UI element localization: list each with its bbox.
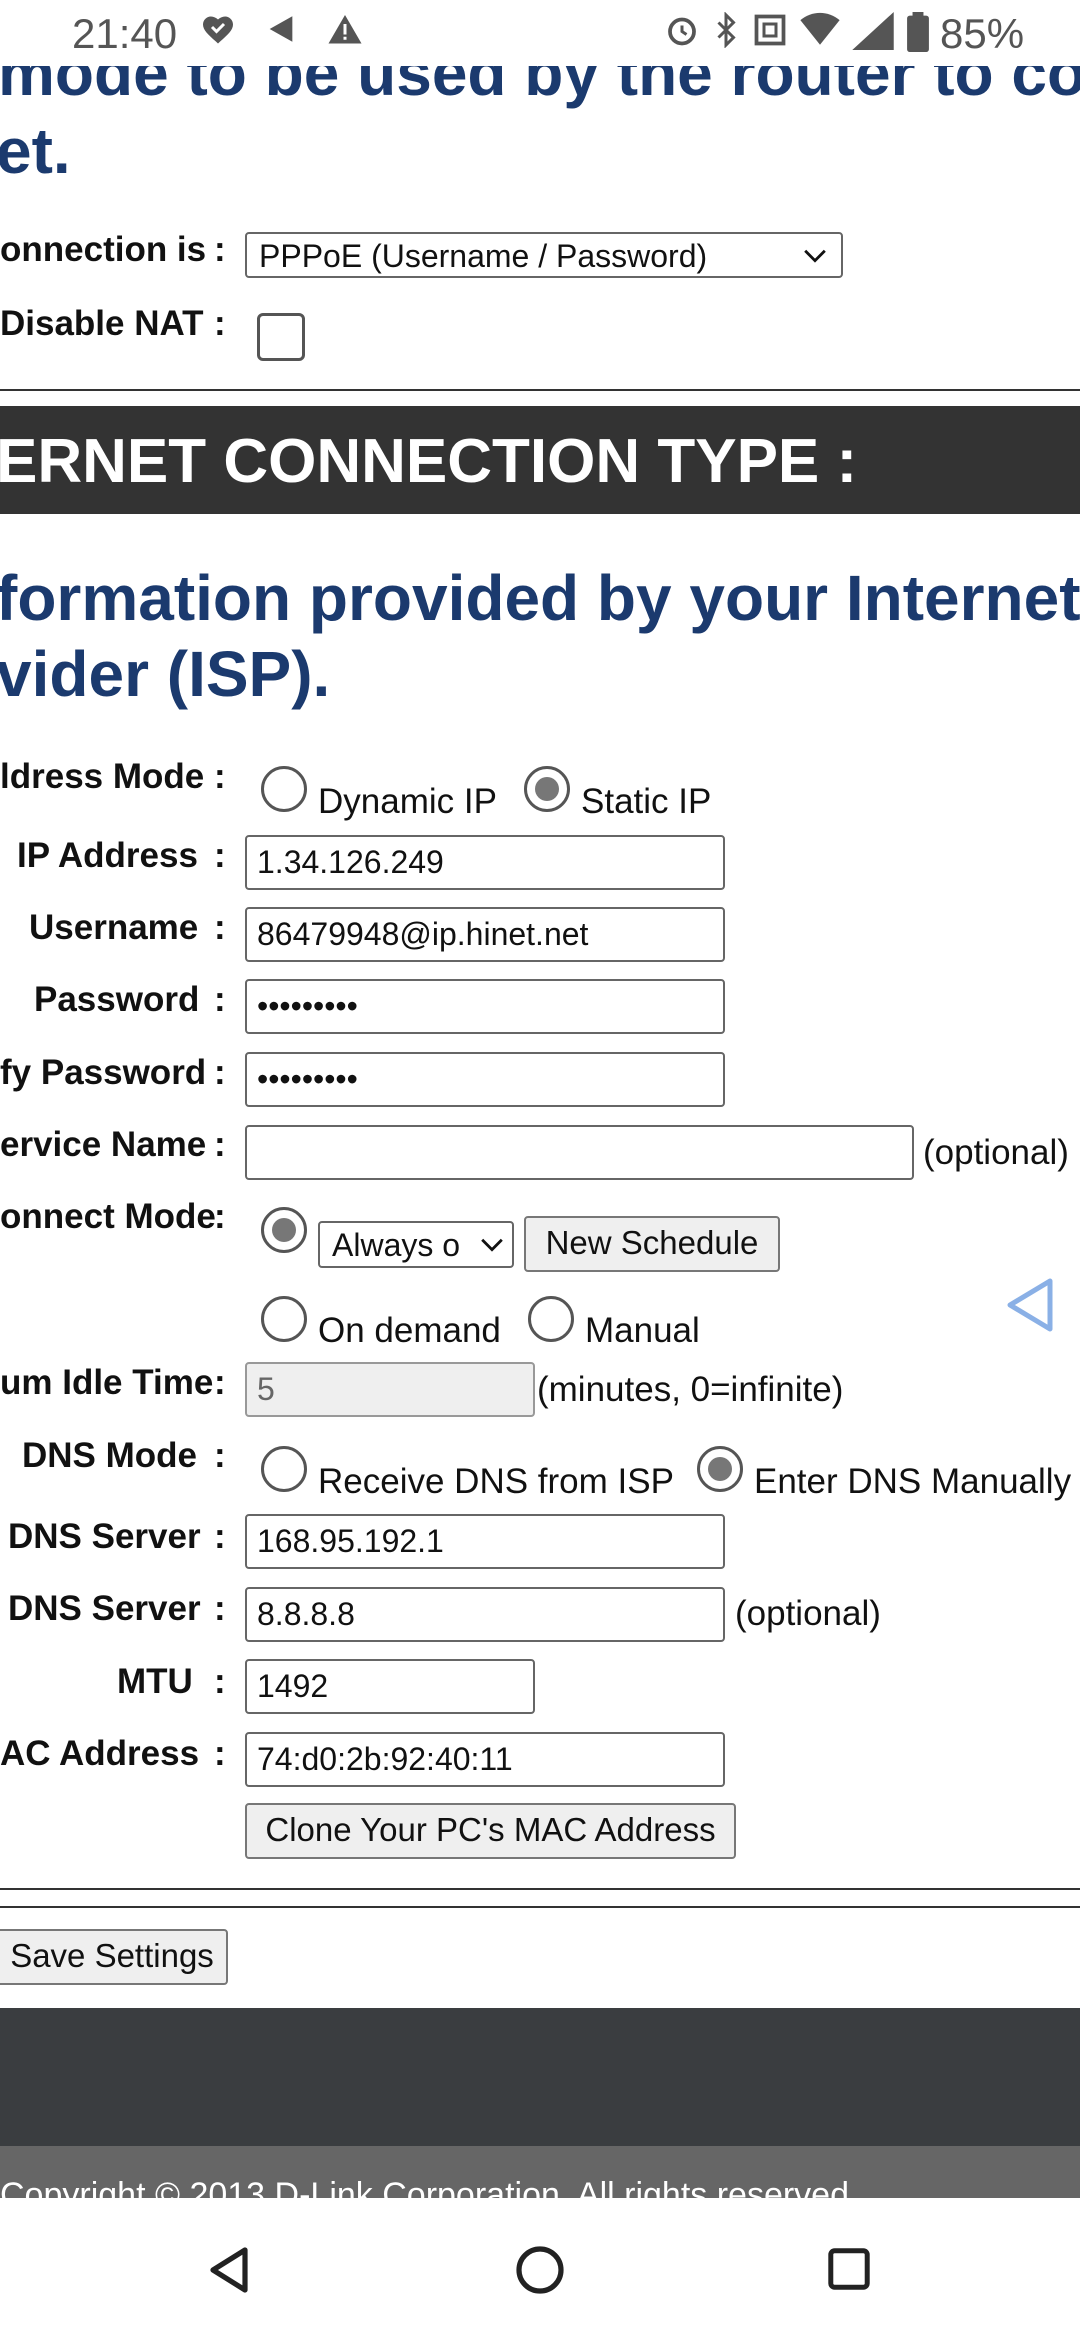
divider — [0, 1888, 1080, 1890]
enter-dns-radio[interactable] — [697, 1446, 743, 1492]
mac-address-input[interactable] — [245, 1732, 725, 1787]
clone-mac-button[interactable]: Clone Your PC's MAC Address — [245, 1803, 736, 1859]
username-input[interactable] — [245, 907, 725, 962]
always-on-radio[interactable] — [261, 1207, 307, 1253]
dns-server-2-optional: (optional) — [735, 1594, 881, 1633]
colon: : — [214, 1517, 226, 1556]
disable-nat-label: Disable NAT — [0, 304, 204, 343]
idle-time-hint: (minutes, 0=infinite) — [537, 1370, 844, 1409]
dns-mode-label: DNS Mode — [22, 1436, 197, 1475]
connection-label: onnection is — [0, 230, 207, 269]
send-icon — [264, 12, 298, 55]
idle-time-label: um Idle Time — [0, 1363, 214, 1402]
colon: : — [214, 304, 226, 343]
bluetooth-icon — [712, 11, 740, 57]
new-schedule-button[interactable]: New Schedule — [524, 1216, 780, 1272]
dns-server-2-input[interactable] — [245, 1587, 725, 1642]
colon: : — [214, 836, 226, 875]
service-name-optional: (optional) — [923, 1133, 1069, 1172]
receive-dns-radio[interactable] — [261, 1446, 307, 1492]
colon: : — [214, 1589, 226, 1628]
save-settings-button[interactable]: Save Settings — [0, 1929, 228, 1985]
battery-icon — [906, 12, 930, 61]
divider — [0, 389, 1080, 391]
dynamic-ip-label: Dynamic IP — [318, 782, 497, 821]
section-title: ERNET CONNECTION TYPE : — [0, 427, 858, 496]
connect-mode-label: onnect Mode — [0, 1197, 216, 1236]
on-demand-label: On demand — [318, 1311, 501, 1350]
side-panel-handle-icon[interactable] — [1004, 1275, 1056, 1340]
dns-server-2-label: DNS Server — [8, 1589, 201, 1628]
colon: : — [214, 1734, 226, 1773]
colon: : — [214, 230, 226, 269]
back-icon[interactable] — [205, 2244, 253, 2301]
section-header-bar: ERNET CONNECTION TYPE : — [0, 406, 1080, 514]
ip-address-label: IP Address — [17, 836, 198, 875]
recents-icon[interactable] — [826, 2246, 872, 2297]
on-demand-radio[interactable] — [261, 1296, 307, 1342]
colon: : — [214, 980, 226, 1019]
chevron-down-icon — [478, 1229, 506, 1267]
status-bar: 21:40 85% — [0, 0, 1080, 66]
colon: : — [214, 1125, 226, 1164]
username-label: Username — [29, 908, 199, 947]
verify-password-label: fy Password — [0, 1053, 207, 1092]
nfc-icon — [752, 12, 788, 57]
colon: : — [214, 1436, 226, 1475]
signal-icon — [852, 12, 894, 59]
info-line2: vider (ISP). — [0, 638, 331, 710]
dns-server-1-label: DNS Server — [8, 1517, 201, 1556]
footer-bar — [0, 2008, 1080, 2146]
colon: : — [214, 1197, 226, 1236]
idle-time-input[interactable] — [245, 1362, 535, 1417]
verify-password-input[interactable] — [245, 1052, 725, 1107]
dns-server-1-input[interactable] — [245, 1514, 725, 1569]
connection-type-select[interactable]: PPPoE (Username / Password) — [245, 232, 843, 278]
colon: : — [214, 908, 226, 947]
service-name-input[interactable] — [245, 1125, 914, 1180]
battery-percent: 85% — [940, 10, 1025, 57]
warning-icon — [326, 12, 364, 57]
manual-radio[interactable] — [528, 1296, 574, 1342]
chevron-down-icon — [801, 240, 829, 278]
static-ip-label: Static IP — [581, 782, 712, 821]
mac-address-label: AC Address — [0, 1734, 200, 1773]
password-label: Password — [34, 980, 200, 1019]
always-on-value: Always o — [332, 1227, 461, 1263]
connection-type-value: PPPoE (Username / Password) — [259, 238, 708, 274]
colon: : — [214, 757, 226, 796]
alarm-icon — [664, 12, 700, 57]
copyright-bar: Copyright © 2013 D-Link Corporation. All… — [0, 2146, 1080, 2214]
info-line1: formation provided by your Internet — [0, 562, 1080, 634]
disable-nat-checkbox[interactable] — [257, 313, 305, 361]
receive-dns-label: Receive DNS from ISP — [318, 1462, 674, 1501]
address-mode-label: ldress Mode — [0, 757, 205, 796]
system-nav-bar — [0, 2198, 1080, 2340]
mode-heading-line2: et. — [0, 115, 71, 187]
home-icon[interactable] — [514, 2244, 566, 2301]
wifi-icon — [800, 12, 840, 57]
colon: : — [214, 1053, 226, 1092]
divider — [0, 1906, 1080, 1908]
colon: : — [214, 1363, 226, 1402]
mtu-input[interactable] — [245, 1659, 535, 1714]
enter-dns-label: Enter DNS Manually — [754, 1462, 1072, 1501]
always-on-select[interactable]: Always o — [318, 1221, 514, 1268]
status-time: 21:40 — [72, 10, 178, 57]
mtu-label: MTU — [117, 1662, 193, 1701]
dynamic-ip-radio[interactable] — [261, 766, 307, 812]
colon: : — [214, 1662, 226, 1701]
password-input[interactable] — [245, 979, 725, 1034]
ip-address-input[interactable] — [245, 835, 725, 890]
service-name-label: ervice Name — [0, 1125, 207, 1164]
manual-label: Manual — [585, 1311, 700, 1350]
static-ip-radio[interactable] — [524, 766, 570, 812]
heart-icon — [200, 12, 236, 57]
